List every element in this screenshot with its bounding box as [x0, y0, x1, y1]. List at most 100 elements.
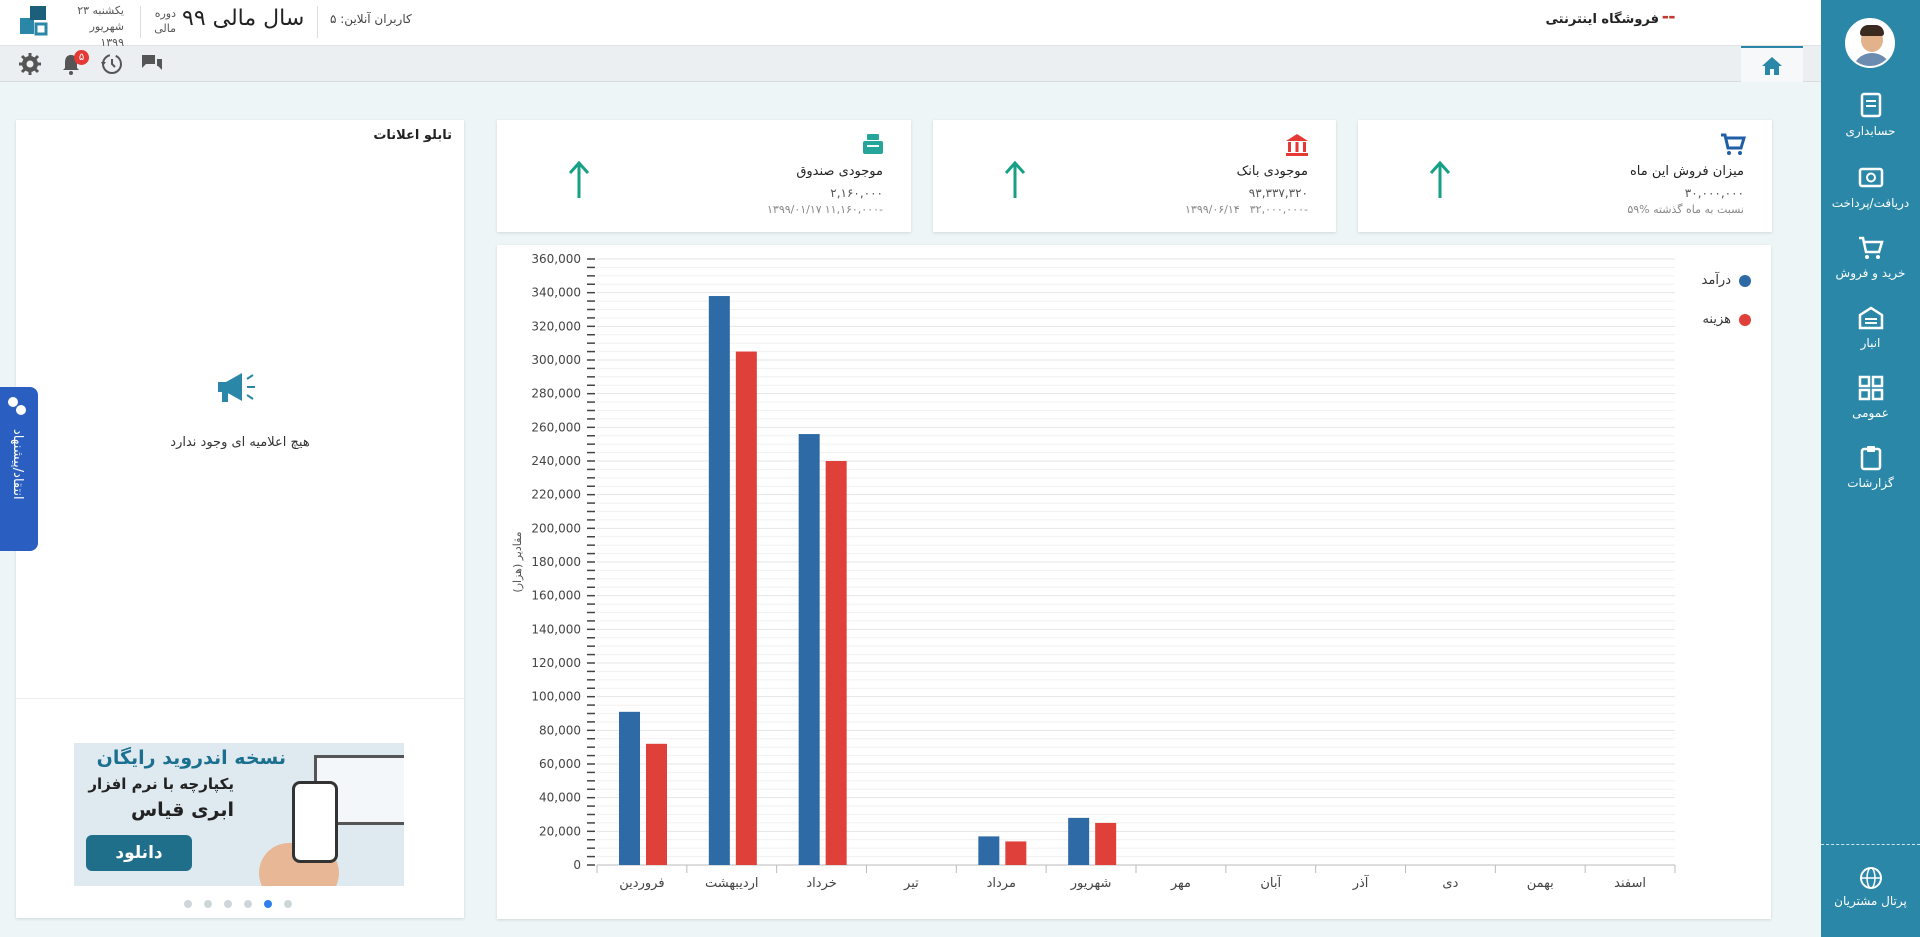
x-tick-label: تیر [903, 876, 919, 891]
y-tick-label: 100,000 [531, 690, 581, 704]
y-tick-label: 320,000 [531, 319, 581, 333]
sidebar-item-warehouse[interactable]: انبار [1821, 304, 1920, 350]
bar-income [1068, 817, 1090, 865]
divider [317, 6, 318, 38]
messages-icon[interactable] [140, 52, 164, 76]
globe-icon [1859, 867, 1882, 889]
banner-brand: ابری قیاس [130, 799, 234, 821]
carousel-dot-active[interactable] [264, 900, 272, 908]
card-value: ۲,۱۶۰,۰۰۰ [830, 186, 883, 200]
sidebar-item-reports[interactable]: گزارشات [1821, 444, 1920, 490]
bar-income [619, 711, 640, 865]
sidebar-item-label: گزارشات [1847, 476, 1894, 490]
date-day: یکشنبه ۲۳ [77, 4, 124, 17]
shop-title[interactable]: فروشگاه اینترنتی [1546, 12, 1659, 27]
online-users-count: کاربران آنلاین: ۵ [330, 12, 412, 26]
divider [140, 6, 141, 38]
card-change: ۱۱,۱۶۰,۰۰۰- [824, 203, 883, 216]
sidebar-item-label: انبار [1860, 336, 1881, 350]
fiscal-period-label: دوره مالی [154, 7, 176, 35]
bar-chart: 0 20,000 40,000 60,000 80,000 100,000 120,000 1… [511, 252, 1676, 891]
y-tick-label: 180,000 [531, 555, 581, 569]
sidebar-item-accounting[interactable]: حسابداری [1821, 92, 1920, 138]
divider [16, 698, 464, 699]
y-axis-label: مقادیر (هزار) [511, 531, 524, 592]
legend-item-expense[interactable]: هزینه [1702, 312, 1751, 327]
x-tick-label: اردیبهشت [705, 876, 759, 891]
carousel-dot[interactable] [244, 900, 252, 908]
legend-label: هزینه [1702, 312, 1731, 327]
bar-expense [735, 351, 757, 865]
bar-income [708, 296, 730, 865]
sidebar-item-payments[interactable]: دریافت/پرداخت [1821, 164, 1920, 210]
carousel-dots [184, 893, 304, 912]
card-comparison: ۵۹% نسبت به ماه گذشته [1627, 203, 1744, 216]
legend-label: درآمد [1701, 273, 1731, 288]
y-tick-label: 260,000 [531, 420, 581, 434]
y-tick-label: 340,000 [531, 286, 581, 300]
notice-board-title: تابلو اعلانات [373, 128, 452, 143]
app-logo-icon[interactable] [16, 4, 50, 38]
notice-empty-message: هیچ اعلامیه ای وجود ندارد [170, 435, 310, 450]
bar-income [978, 836, 1000, 865]
accounting-icon [1860, 92, 1881, 118]
sidebar-item-customer-portal[interactable]: پرتال مشتریان [1821, 866, 1920, 908]
x-tick-label: آبان [1260, 874, 1282, 891]
settings-gear-icon[interactable] [18, 52, 42, 76]
download-button[interactable]: دانلود [86, 835, 192, 871]
stat-card-monthly-sales[interactable]: میزان فروش این ماه ۳۰,۰۰۰,۰۰۰ ۵۹% نسبت ب… [1358, 120, 1772, 232]
bar-income [798, 434, 820, 865]
y-tick-label: 200,000 [531, 521, 581, 535]
megaphone-icon [218, 373, 255, 402]
sidebar-item-label: خرید و فروش [1835, 266, 1906, 280]
tab-home[interactable] [1741, 46, 1803, 82]
feedback-tab[interactable]: انتقاد/پیشنهاد [0, 387, 38, 551]
arrow-up-icon [1429, 160, 1451, 198]
card-title: موجودی بانک [1236, 164, 1308, 179]
sidebar-item-label: حسابداری [1845, 124, 1896, 138]
card-value: ۹۳,۳۳۷,۳۲۰ [1248, 186, 1308, 200]
android-app-banner[interactable]: نسخه اندروید رایگان یکپارچه با نرم افزار… [74, 743, 404, 886]
general-icon [1858, 375, 1883, 401]
feedback-label: انتقاد/پیشنهاد [10, 429, 25, 500]
carousel-dot[interactable] [284, 900, 292, 908]
sidebar-item-label: پرتال مشتریان [1834, 894, 1907, 908]
stat-card-cash-balance[interactable]: موجودی صندوق ۲,۱۶۰,۰۰۰ ۱۱,۱۶۰,۰۰۰- ۱۳۹۹/… [497, 120, 911, 232]
arrow-up-icon [568, 160, 590, 198]
card-date: ۱۳۹۹/۰۶/۱۴ [1185, 203, 1240, 216]
bar-expense [646, 743, 667, 865]
income-expense-chart: 0 20,000 40,000 60,000 80,000 100,000 120,000 1… [497, 245, 1771, 919]
phone-illustration [292, 781, 338, 863]
legend-item-income[interactable]: درآمد [1702, 273, 1751, 288]
fiscal-year-title[interactable]: سال مالی ۹۹ [182, 6, 304, 31]
y-tick-label: 140,000 [531, 622, 581, 636]
carousel-dot[interactable] [204, 900, 212, 908]
bar-expense [825, 461, 847, 865]
x-tick-label: فروردین [619, 876, 664, 891]
shop-logo: ▬▬ [1662, 13, 1676, 21]
user-avatar[interactable] [1845, 18, 1895, 68]
arrow-up-icon [1004, 160, 1026, 198]
banner-headline: نسخه اندروید رایگان [96, 747, 286, 769]
bank-icon [1286, 134, 1308, 156]
carousel-dot[interactable] [184, 900, 192, 908]
home-icon [1762, 57, 1782, 75]
y-tick-label: 300,000 [531, 353, 581, 367]
card-value: ۳۰,۰۰۰,۰۰۰ [1684, 186, 1744, 200]
y-tick-label: 80,000 [539, 723, 581, 737]
x-tick-label: اسفند [1614, 876, 1646, 891]
x-tick-label: آذر [1352, 874, 1370, 891]
x-tick-label: دی [1442, 876, 1458, 891]
divider [1821, 844, 1920, 845]
y-tick-label: 120,000 [531, 656, 581, 670]
carousel-dot[interactable] [224, 900, 232, 908]
history-icon[interactable] [99, 52, 123, 76]
stat-card-bank-balance[interactable]: موجودی بانک ۹۳,۳۳۷,۳۲۰ ۳۲,۰۰۰,۰۰۰- ۱۳۹۹/… [933, 120, 1336, 232]
y-tick-label: 40,000 [539, 791, 581, 805]
sidebar-item-label: دریافت/پرداخت [1831, 196, 1910, 210]
sidebar-item-sales[interactable]: خرید و فروش [1821, 234, 1920, 280]
legend-dot [1739, 313, 1751, 326]
sidebar-item-general[interactable]: عمومی [1821, 374, 1920, 420]
payment-icon [1858, 167, 1883, 188]
y-tick-label: 160,000 [531, 589, 581, 603]
